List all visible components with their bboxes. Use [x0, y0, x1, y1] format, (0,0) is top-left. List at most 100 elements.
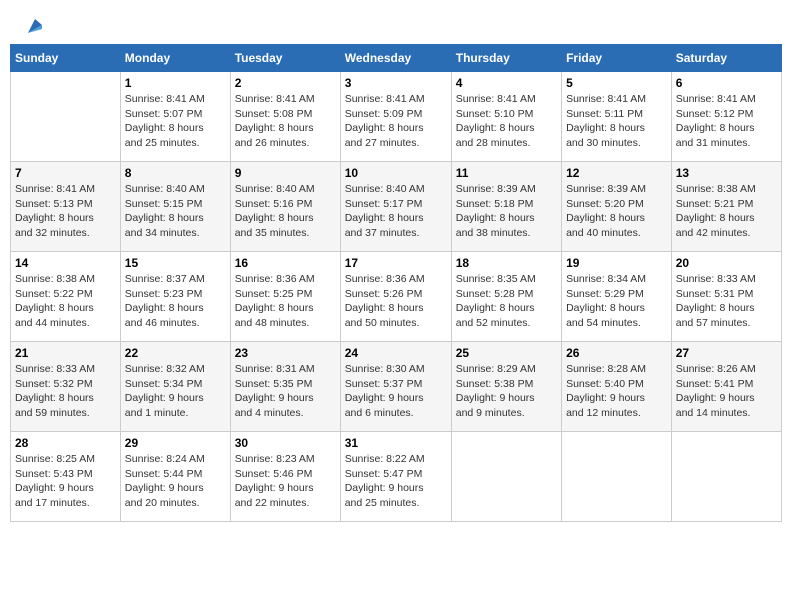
day-number: 28	[15, 436, 116, 450]
calendar-cell: 20Sunrise: 8:33 AM Sunset: 5:31 PM Dayli…	[671, 252, 781, 342]
calendar-cell: 24 Sunrise: 8:30 AM Sunset: 5:37 PM Dayli…	[340, 342, 451, 432]
day-info: Sunrise: 8:38 AM Sunset: 5:22 PM Dayligh…	[15, 272, 116, 331]
calendar-cell: 8Sunrise: 8:40 AM Sunset: 5:15 PM Daylig…	[120, 162, 230, 252]
day-info: Sunrise: 8:41 AM Sunset: 5:09 PM Dayligh…	[345, 92, 447, 151]
day-info: Sunrise: 8:41 AM Sunset: 5:07 PM Dayligh…	[125, 92, 226, 151]
calendar-cell: 17 Sunrise: 8:36 AM Sunset: 5:26 PM Dayli…	[340, 252, 451, 342]
calendar-cell: 19 Sunrise: 8:34 AM Sunset: 5:29 PM Dayli…	[562, 252, 672, 342]
calendar-cell: 10 Sunrise: 8:40 AM Sunset: 5:17 PM Dayli…	[340, 162, 451, 252]
week-row-1: 1 Sunrise: 8:41 AM Sunset: 5:07 PM Daylig…	[11, 72, 782, 162]
day-info: Sunrise: 8:41 AM Sunset: 5:13 PM Dayligh…	[15, 182, 116, 241]
column-header-thursday: Thursday	[451, 45, 561, 72]
day-number: 27	[676, 346, 777, 360]
day-number: 4	[456, 76, 557, 90]
day-info: Sunrise: 8:39 AM Sunset: 5:18 PM Dayligh…	[456, 182, 557, 241]
day-number: 2	[235, 76, 336, 90]
day-info: Sunrise: 8:39 AM Sunset: 5:20 PM Dayligh…	[566, 182, 667, 241]
day-info: Sunrise: 8:29 AM Sunset: 5:38 PM Dayligh…	[456, 362, 557, 421]
calendar-cell: 16 Sunrise: 8:36 AM Sunset: 5:25 PM Dayli…	[230, 252, 340, 342]
calendar-cell: 18 Sunrise: 8:35 AM Sunset: 5:28 PM Dayli…	[451, 252, 561, 342]
calendar-cell	[451, 432, 561, 522]
page-header	[10, 10, 782, 34]
column-header-monday: Monday	[120, 45, 230, 72]
day-number: 8	[125, 166, 226, 180]
column-header-saturday: Saturday	[671, 45, 781, 72]
logo-icon	[24, 15, 46, 37]
day-info: Sunrise: 8:26 AM Sunset: 5:41 PM Dayligh…	[676, 362, 777, 421]
calendar-cell: 1 Sunrise: 8:41 AM Sunset: 5:07 PM Daylig…	[120, 72, 230, 162]
day-number: 6	[676, 76, 777, 90]
day-info: Sunrise: 8:25 AM Sunset: 5:43 PM Dayligh…	[15, 452, 116, 511]
day-number: 15	[125, 256, 226, 270]
calendar-cell: 3 Sunrise: 8:41 AM Sunset: 5:09 PM Daylig…	[340, 72, 451, 162]
calendar-cell: 28 Sunrise: 8:25 AM Sunset: 5:43 PM Dayli…	[11, 432, 121, 522]
day-number: 20	[676, 256, 777, 270]
day-number: 16	[235, 256, 336, 270]
day-number: 1	[125, 76, 226, 90]
day-info: Sunrise: 8:34 AM Sunset: 5:29 PM Dayligh…	[566, 272, 667, 331]
day-number: 14	[15, 256, 116, 270]
day-info: Sunrise: 8:40 AM Sunset: 5:16 PM Dayligh…	[235, 182, 336, 241]
column-header-friday: Friday	[562, 45, 672, 72]
week-row-4: 21 Sunrise: 8:33 AM Sunset: 5:32 PM Dayli…	[11, 342, 782, 432]
day-number: 7	[15, 166, 116, 180]
day-info: Sunrise: 8:36 AM Sunset: 5:25 PM Dayligh…	[235, 272, 336, 331]
day-info: Sunrise: 8:35 AM Sunset: 5:28 PM Dayligh…	[456, 272, 557, 331]
calendar-cell: 2 Sunrise: 8:41 AM Sunset: 5:08 PM Daylig…	[230, 72, 340, 162]
day-info: Sunrise: 8:40 AM Sunset: 5:17 PM Dayligh…	[345, 182, 447, 241]
calendar-cell: 15Sunrise: 8:37 AM Sunset: 5:23 PM Dayli…	[120, 252, 230, 342]
day-info: Sunrise: 8:41 AM Sunset: 5:08 PM Dayligh…	[235, 92, 336, 151]
day-number: 29	[125, 436, 226, 450]
day-number: 17	[345, 256, 447, 270]
calendar-cell: 7 Sunrise: 8:41 AM Sunset: 5:13 PM Daylig…	[11, 162, 121, 252]
calendar-cell: 26Sunrise: 8:28 AM Sunset: 5:40 PM Dayli…	[562, 342, 672, 432]
day-number: 30	[235, 436, 336, 450]
day-number: 5	[566, 76, 667, 90]
calendar-cell: 4 Sunrise: 8:41 AM Sunset: 5:10 PM Daylig…	[451, 72, 561, 162]
day-info: Sunrise: 8:36 AM Sunset: 5:26 PM Dayligh…	[345, 272, 447, 331]
day-number: 24	[345, 346, 447, 360]
week-row-3: 14 Sunrise: 8:38 AM Sunset: 5:22 PM Dayli…	[11, 252, 782, 342]
column-header-sunday: Sunday	[11, 45, 121, 72]
calendar-cell: 14 Sunrise: 8:38 AM Sunset: 5:22 PM Dayli…	[11, 252, 121, 342]
day-number: 25	[456, 346, 557, 360]
logo	[20, 15, 46, 29]
day-number: 3	[345, 76, 447, 90]
day-info: Sunrise: 8:23 AM Sunset: 5:46 PM Dayligh…	[235, 452, 336, 511]
day-info: Sunrise: 8:41 AM Sunset: 5:10 PM Dayligh…	[456, 92, 557, 151]
day-number: 12	[566, 166, 667, 180]
week-row-2: 7 Sunrise: 8:41 AM Sunset: 5:13 PM Daylig…	[11, 162, 782, 252]
calendar-cell: 12 Sunrise: 8:39 AM Sunset: 5:20 PM Dayli…	[562, 162, 672, 252]
calendar-cell: 5 Sunrise: 8:41 AM Sunset: 5:11 PM Daylig…	[562, 72, 672, 162]
column-header-tuesday: Tuesday	[230, 45, 340, 72]
column-header-wednesday: Wednesday	[340, 45, 451, 72]
day-info: Sunrise: 8:41 AM Sunset: 5:11 PM Dayligh…	[566, 92, 667, 151]
day-number: 18	[456, 256, 557, 270]
day-info: Sunrise: 8:33 AM Sunset: 5:32 PM Dayligh…	[15, 362, 116, 421]
day-info: Sunrise: 8:24 AM Sunset: 5:44 PM Dayligh…	[125, 452, 226, 511]
calendar-table: SundayMondayTuesdayWednesdayThursdayFrid…	[10, 44, 782, 522]
calendar-cell: 21 Sunrise: 8:33 AM Sunset: 5:32 PM Dayli…	[11, 342, 121, 432]
day-number: 9	[235, 166, 336, 180]
calendar-cell	[671, 432, 781, 522]
calendar-cell	[11, 72, 121, 162]
day-info: Sunrise: 8:22 AM Sunset: 5:47 PM Dayligh…	[345, 452, 447, 511]
day-info: Sunrise: 8:41 AM Sunset: 5:12 PM Dayligh…	[676, 92, 777, 151]
calendar-body: 1 Sunrise: 8:41 AM Sunset: 5:07 PM Daylig…	[11, 72, 782, 522]
calendar-cell	[562, 432, 672, 522]
day-number: 19	[566, 256, 667, 270]
calendar-cell: 22Sunrise: 8:32 AM Sunset: 5:34 PM Dayli…	[120, 342, 230, 432]
calendar-cell: 27 Sunrise: 8:26 AM Sunset: 5:41 PM Dayli…	[671, 342, 781, 432]
calendar-header-row: SundayMondayTuesdayWednesdayThursdayFrid…	[11, 45, 782, 72]
calendar-cell: 30 Sunrise: 8:23 AM Sunset: 5:46 PM Dayli…	[230, 432, 340, 522]
calendar-cell: 23Sunrise: 8:31 AM Sunset: 5:35 PM Dayli…	[230, 342, 340, 432]
day-number: 11	[456, 166, 557, 180]
day-info: Sunrise: 8:32 AM Sunset: 5:34 PM Dayligh…	[125, 362, 226, 421]
calendar-cell: 31Sunrise: 8:22 AM Sunset: 5:47 PM Dayli…	[340, 432, 451, 522]
day-number: 10	[345, 166, 447, 180]
week-row-5: 28 Sunrise: 8:25 AM Sunset: 5:43 PM Dayli…	[11, 432, 782, 522]
day-number: 21	[15, 346, 116, 360]
day-info: Sunrise: 8:31 AM Sunset: 5:35 PM Dayligh…	[235, 362, 336, 421]
day-info: Sunrise: 8:38 AM Sunset: 5:21 PM Dayligh…	[676, 182, 777, 241]
day-info: Sunrise: 8:30 AM Sunset: 5:37 PM Dayligh…	[345, 362, 447, 421]
